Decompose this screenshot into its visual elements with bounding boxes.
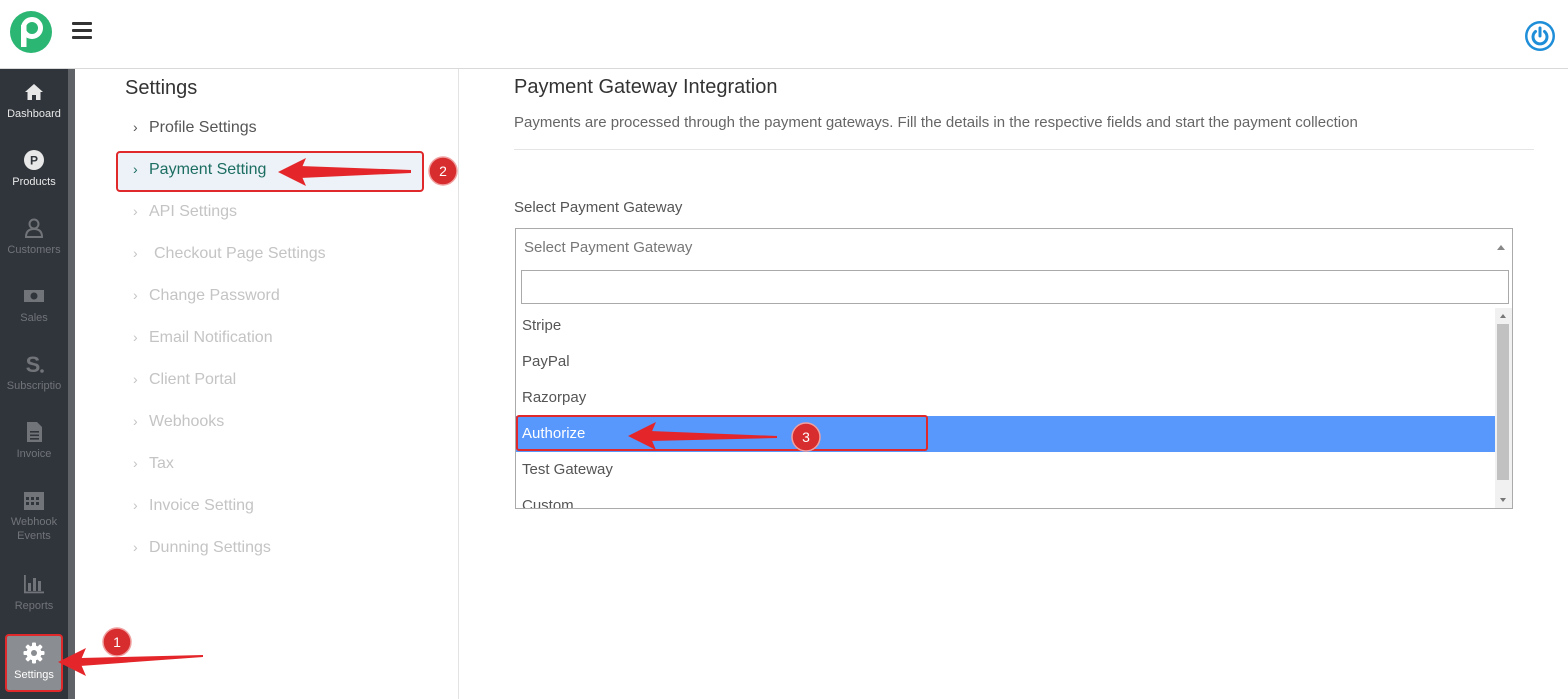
gateway-options-list: Stripe PayPal Razorpay Authorize Test Ga… [516, 308, 1496, 508]
sidebar-item-label: Subscriptio [6, 380, 62, 392]
sidebar-scrollbar[interactable] [68, 69, 75, 699]
top-bar [0, 0, 1568, 69]
menu-item-payment-setting[interactable]: › Payment Setting [133, 161, 266, 179]
power-icon[interactable] [1524, 20, 1556, 52]
document-icon [27, 422, 42, 442]
calendar-icon [24, 492, 44, 510]
chevron-right-icon: › [133, 203, 138, 219]
sidebar-item-label: Customers [7, 244, 61, 256]
sidebar-item-customers[interactable]: Customers [0, 205, 68, 271]
select-placeholder: Select Payment Gateway [524, 239, 693, 256]
option-paypal[interactable]: PayPal [516, 344, 1496, 380]
user-icon [24, 218, 44, 238]
caret-up-icon [1497, 245, 1505, 250]
settings-title: Settings [125, 77, 198, 99]
money-icon [24, 290, 44, 302]
chevron-right-icon: › [133, 287, 138, 303]
authorize-annotation-box [516, 415, 928, 451]
menu-item-client-portal[interactable]: › Client Portal [133, 371, 236, 389]
chevron-right-icon: › [133, 539, 138, 555]
sidebar-item-label: Settings [14, 669, 54, 681]
scroll-down-icon[interactable] [1500, 498, 1506, 502]
sidebar-item-sales[interactable]: Sales [0, 273, 68, 339]
chevron-right-icon: › [133, 371, 138, 387]
sidebar-item-label: Webhook Events [10, 516, 58, 542]
hamburger-icon[interactable] [72, 22, 92, 40]
chevron-right-icon: › [133, 245, 138, 261]
menu-item-checkout-page-settings[interactable]: › Checkout Page Settings [133, 245, 326, 263]
brand-logo-icon[interactable] [10, 11, 52, 53]
menu-item-change-password[interactable]: › Change Password [133, 287, 280, 305]
sidebar-item-label: Sales [20, 312, 48, 324]
scrollbar-thumb[interactable] [1497, 324, 1509, 480]
dropdown-scrollbar[interactable] [1495, 308, 1512, 508]
sidebar-item-label: Invoice [16, 448, 52, 460]
scroll-up-icon[interactable] [1500, 314, 1506, 318]
sidebar-item-webhook-events[interactable]: Webhook Events [0, 477, 68, 557]
menu-item-email-notification[interactable]: › Email Notification [133, 329, 273, 347]
page-description: Payments are processed through the payme… [514, 114, 1358, 131]
home-icon [25, 84, 43, 100]
chevron-right-icon: › [133, 329, 138, 345]
sidebar-item-label: Dashboard [7, 108, 61, 120]
gateway-field-label: Select Payment Gateway [514, 199, 683, 216]
menu-item-profile-settings[interactable]: › Profile Settings [133, 119, 257, 137]
sidebar-item-label: Products [12, 176, 56, 188]
sidebar-item-reports[interactable]: Reports [0, 561, 68, 627]
sidebar-item-dashboard[interactable]: Dashboard [0, 69, 68, 135]
menu-item-webhooks[interactable]: › Webhooks [133, 413, 224, 431]
chevron-right-icon: › [133, 497, 138, 513]
option-custom[interactable]: Custom [516, 488, 1496, 508]
chevron-right-icon: › [133, 161, 138, 177]
divider [514, 149, 1534, 150]
sidebar-item-settings[interactable]: Settings [5, 634, 63, 692]
option-razorpay[interactable]: Razorpay [516, 380, 1496, 416]
gear-icon [23, 642, 45, 664]
sidebar-item-label: Reports [14, 600, 54, 612]
sidebar-item-products[interactable]: P Products [0, 137, 68, 203]
sidebar-item-invoice[interactable]: Invoice [0, 409, 68, 475]
chevron-right-icon: › [133, 455, 138, 471]
option-stripe[interactable]: Stripe [516, 308, 1496, 344]
chevron-right-icon: › [133, 413, 138, 429]
chevron-right-icon: › [133, 119, 138, 135]
menu-item-invoice-setting[interactable]: › Invoice Setting [133, 497, 254, 515]
menu-item-tax[interactable]: › Tax [133, 455, 174, 473]
product-p-icon: P [24, 150, 44, 170]
option-test-gateway[interactable]: Test Gateway [516, 452, 1496, 488]
menu-item-api-settings[interactable]: › API Settings [133, 203, 237, 221]
menu-item-dunning-settings[interactable]: › Dunning Settings [133, 539, 271, 557]
payment-gateway-select[interactable]: Select Payment Gateway [515, 228, 1513, 266]
dropdown-search-input[interactable] [521, 270, 1509, 304]
sidebar-item-subscription[interactable]: S Subscriptio [0, 341, 68, 407]
svg-text:S: S [26, 353, 41, 375]
bar-chart-icon [24, 575, 44, 594]
svg-text:P: P [30, 154, 38, 168]
subscription-s-icon: S [26, 353, 44, 375]
page-title: Payment Gateway Integration [514, 76, 778, 98]
gateway-dropdown: Stripe PayPal Razorpay Authorize Test Ga… [515, 266, 1513, 509]
